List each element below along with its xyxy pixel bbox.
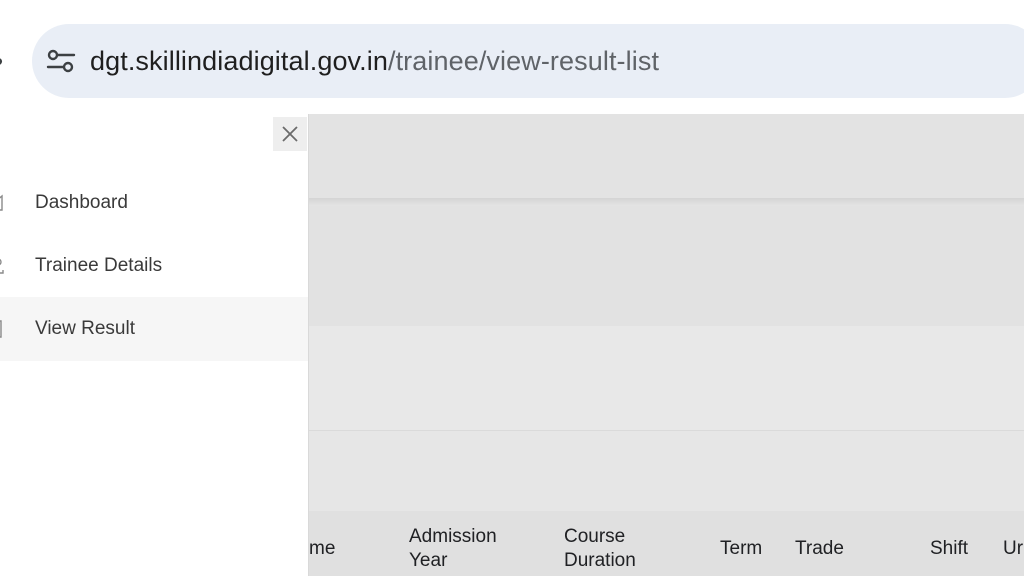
user-icon [0, 256, 6, 276]
browser-toolbar: • dgt.skillindiadigital.gov.in/trainee/v… [0, 0, 1024, 114]
table-column-header-text: me [309, 538, 336, 559]
document-icon [0, 319, 6, 339]
table-column-header-text: Shift [930, 538, 969, 559]
sidebar-item-label: Trainee Details [35, 255, 163, 276]
page-header-area [309, 114, 1024, 200]
sidebar-item-view-result[interactable]: View Result [0, 297, 308, 361]
sidebar-item-label: View Result [35, 318, 135, 339]
table-column-header: Course Duration [564, 525, 636, 573]
table-column-header-text: Trade [795, 538, 844, 559]
table-column-header: Shift [930, 537, 968, 561]
table-column-header-text: Admission [409, 526, 497, 547]
table-column-header-text: Term [720, 538, 763, 559]
tune-icon[interactable] [46, 48, 76, 74]
home-icon [0, 193, 6, 213]
table-column-header: Term [720, 537, 762, 561]
back-arrow-icon[interactable]: • [0, 46, 6, 76]
table-column-header: Trade [795, 537, 844, 561]
address-bar[interactable]: dgt.skillindiadigital.gov.in/trainee/vie… [32, 24, 1024, 98]
close-drawer-button[interactable] [273, 117, 307, 151]
table-column-header-text: Year [409, 550, 448, 571]
sidebar-item-dashboard[interactable]: Dashboard [0, 171, 308, 235]
table-column-header-text: Duration [564, 550, 636, 571]
header-shadow [309, 198, 1024, 206]
content-section [309, 431, 1024, 511]
side-drawer: Dashboard Trainee Details View Result [0, 114, 309, 576]
table-column-header: Ur [1003, 537, 1023, 561]
table-column-header-text: Ur [1003, 538, 1024, 559]
close-icon [282, 126, 298, 142]
sidebar-item-trainee-details[interactable]: Trainee Details [0, 234, 308, 298]
sidebar-item-label: Dashboard [35, 192, 128, 213]
table-column-header: Admission Year [409, 525, 497, 573]
result-table-header: me Admission Year Course Duration Term Trade Sh… [309, 511, 1024, 576]
url-host: dgt.skillindiadigital.gov.in [90, 46, 388, 76]
table-column-header-text: Course [564, 526, 626, 547]
content-card [309, 206, 1024, 326]
content-card-lower [309, 326, 1024, 430]
table-column-header: me [309, 537, 335, 561]
url-path: /trainee/view-result-list [387, 46, 660, 76]
url-text[interactable]: dgt.skillindiadigital.gov.in/trainee/vie… [90, 43, 659, 79]
